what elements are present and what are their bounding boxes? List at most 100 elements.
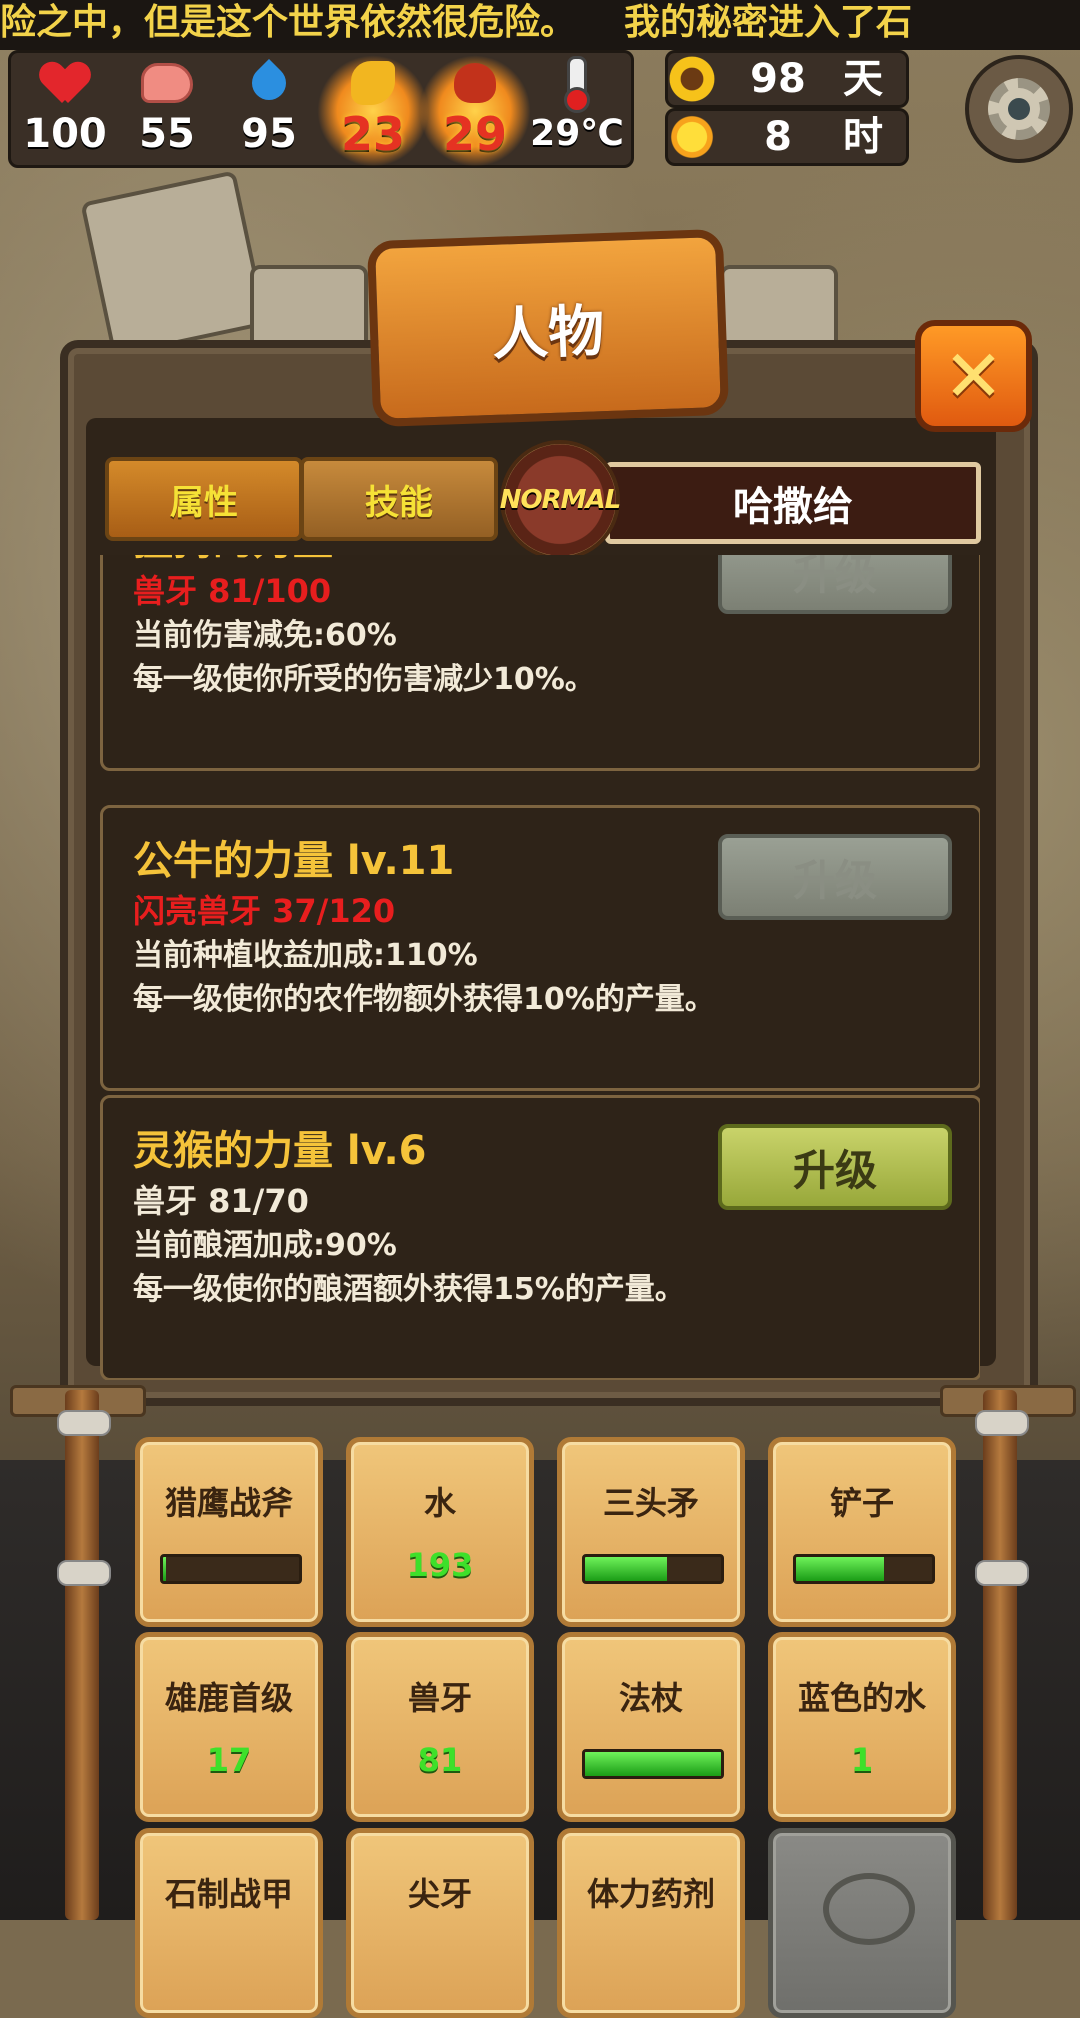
durability-fill [163,1557,166,1581]
rope-binding [57,1560,111,1586]
sunflower-icon [666,53,718,105]
inventory-slot[interactable]: 蓝色的水 1 [768,1632,956,1822]
settings-button[interactable] [965,55,1073,163]
water-drop-icon [244,58,294,108]
inventory-slot[interactable]: 猎鹰战斧 [135,1437,323,1627]
rage-stat: 29 [419,53,531,167]
day-value: 98 [750,56,806,102]
inventory-slot-label: 三头矛 [602,1484,699,1522]
inventory-slot[interactable]: 三头矛 [557,1437,745,1627]
hour-unit: 时 [843,114,883,160]
news-ticker: 险之中，但是这个世界依然很危险。 我的秘密进入了石 [0,0,1080,50]
status-bar: 100 55 95 23 29 29℃ [8,50,634,168]
rope-binding [57,1410,111,1436]
temperature-stat: 29℃ [527,53,627,163]
fire-icon [454,63,496,103]
rope-binding [975,1410,1029,1436]
tab-attributes-label: 属性 [170,482,238,523]
skill-name: 猛犸的力量 lv.9 [133,555,426,566]
rope-binding [975,1560,1029,1586]
day-unit: 天 [843,56,883,102]
inventory-slot[interactable]: 兽牙 81 [346,1632,534,1822]
inventory-slot[interactable]: 法杖 [557,1632,745,1822]
inventory-slot[interactable]: 石制战甲 [135,1828,323,2018]
inventory-slot[interactable]: 铲子 [768,1437,956,1627]
water-value: 95 [241,111,297,157]
upgrade-button[interactable]: 升级 [718,834,952,920]
skill-description: 每一级使你的农作物额外获得10%的产量。 [133,982,715,1017]
inventory-slot-label: 雄鹿首级 [164,1679,293,1717]
day-counter: 98 天 [665,50,909,108]
inventory-slot-count: 193 [406,1546,474,1584]
tab-attributes[interactable]: 属性 [105,457,303,541]
sun-icon [666,111,718,163]
skill-cost: 兽牙 81/100 [133,572,332,610]
stomach-icon [141,63,193,103]
inventory-slot-label: 铲子 [829,1484,894,1522]
durability-bar [160,1554,302,1584]
inventory-slot-locked[interactable] [768,1828,956,2018]
health-stat: 100 [15,53,115,163]
inventory-slot[interactable]: 雄鹿首级 17 [135,1632,323,1822]
skill-description: 每一级使你的酿酒额外获得15%的产量。 [133,1272,685,1307]
skill-card: 猛犸的力量 lv.9 兽牙 81/100 当前伤害减免:60% 每一级使你所受的… [100,555,980,771]
skill-cost: 闪亮兽牙 37/120 [133,892,396,930]
inventory-slot-count: 1 [850,1741,874,1779]
upgrade-button-label: 升级 [792,855,877,905]
fish-skeleton-icon [823,1873,915,1945]
stone-tablet [80,170,268,358]
skill-current: 当前种植收益加成:110% [133,938,478,973]
strength-value: 23 [340,107,405,161]
difficulty-badge: NORMAL [499,440,621,560]
temperature-value: 29℃ [530,113,624,154]
skill-card: 公牛的力量 lv.11 闪亮兽牙 37/120 当前种植收益加成:110% 每一… [100,805,980,1091]
durability-fill [585,1752,721,1776]
ticker-text-1: 险之中，但是这个世界依然很危险。 [0,2,577,43]
gear-icon [988,78,1050,140]
inventory-slot-label: 法杖 [618,1679,683,1717]
upgrade-button[interactable]: 升级 [718,555,952,614]
dialog-title: 人物 [491,298,606,368]
water-stat: 95 [219,53,319,163]
durability-fill [585,1557,667,1581]
inventory-slot[interactable]: 水 193 [346,1437,534,1627]
inventory-slot-label: 尖牙 [407,1875,472,1913]
skill-list[interactable]: 猛犸的力量 lv.9 兽牙 81/100 当前伤害减免:60% 每一级使你所受的… [100,555,980,1380]
hour-value: 8 [764,114,792,160]
inventory-slot-label: 兽牙 [407,1679,472,1717]
skill-description: 每一级使你所受的伤害减少10%。 [133,662,595,697]
hunger-stat: 55 [117,53,217,163]
health-value: 100 [23,111,107,157]
tab-skills[interactable]: 技能 [300,457,498,541]
skill-name: 灵猴的力量 lv.6 [133,1128,427,1174]
inventory-slot-count: 17 [206,1741,252,1779]
inventory-slot-label: 猎鹰战斧 [164,1484,293,1522]
close-button[interactable]: ✕ [915,320,1032,432]
durability-bar [582,1554,724,1584]
character-name-box: 哈撒给 [605,462,981,544]
wood-post [983,1390,1017,1920]
hour-counter: 8 时 [665,108,909,166]
upgrade-button[interactable]: 升级 [718,1124,952,1210]
inventory-slot-label: 体力药剂 [586,1875,715,1913]
skill-card: 灵猴的力量 lv.6 兽牙 81/70 当前酿酒加成:90% 每一级使你的酿酒额… [100,1095,980,1380]
skill-name: 公牛的力量 lv.11 [133,838,455,884]
inventory-slot-count: 81 [417,1741,463,1779]
thermometer-icon [564,56,590,113]
difficulty-label: NORMAL [499,485,621,515]
hunger-value: 55 [139,111,195,157]
inventory-slot[interactable]: 体力药剂 [557,1828,745,2018]
skill-current: 当前伤害减免:60% [133,618,397,653]
durability-fill [796,1557,885,1581]
durability-bar [793,1554,935,1584]
character-name: 哈撒给 [733,484,853,530]
rage-value: 29 [442,107,507,161]
skill-current: 当前酿酒加成:90% [133,1228,397,1263]
wood-post [65,1390,99,1920]
inventory-slot-label: 石制战甲 [164,1875,293,1913]
inventory-slot-label: 蓝色的水 [797,1679,926,1717]
inventory-slot[interactable]: 尖牙 [346,1828,534,2018]
durability-bar [582,1749,724,1779]
inventory-slot-label: 水 [423,1484,456,1522]
ticker-text-2: 我的秘密进入了石 [624,2,913,43]
